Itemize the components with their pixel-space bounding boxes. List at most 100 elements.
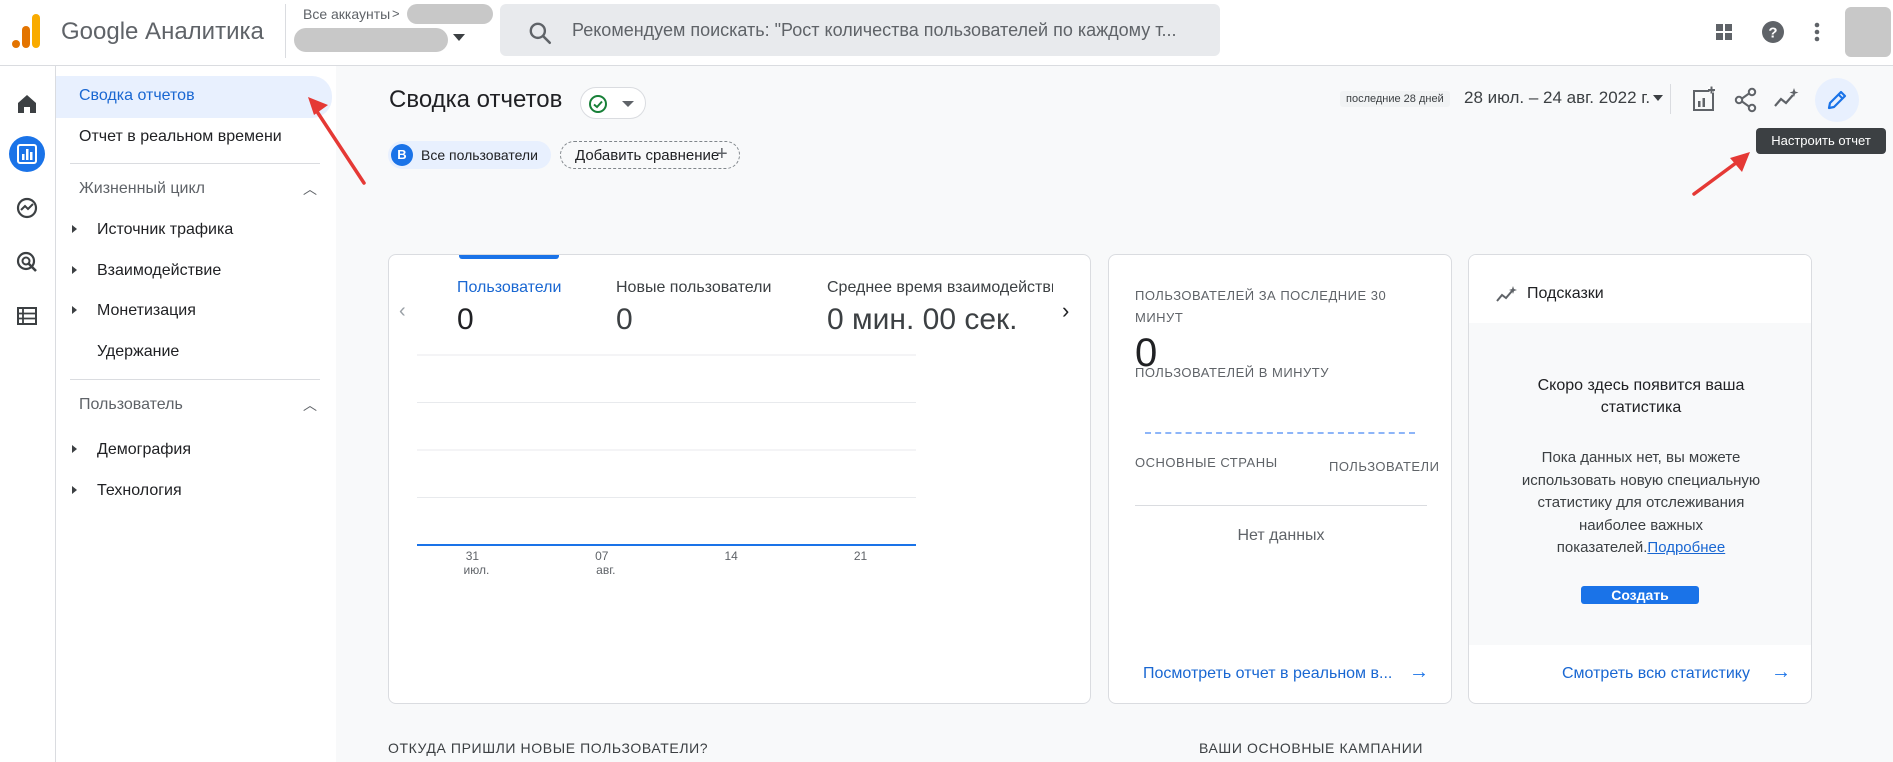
customize-report-tooltip: Настроить отчет xyxy=(1756,128,1886,154)
pencil-icon xyxy=(1827,90,1847,110)
no-data-message: Нет данных xyxy=(1237,527,1325,544)
sidebar-item-label: Источник трафика xyxy=(97,221,234,238)
avatar[interactable] xyxy=(1845,7,1891,57)
sidebar-item-label: Демография xyxy=(97,441,192,458)
create-insight-button[interactable]: Создать xyxy=(1581,586,1699,604)
account-chevron: > xyxy=(392,6,400,21)
comparison-chip-label: Все пользователи xyxy=(421,147,538,163)
view-realtime-link[interactable]: Посмотреть отчет в реальном в... xyxy=(1143,665,1392,683)
divider xyxy=(1135,505,1427,506)
sidebar-item-technology[interactable]: Технология xyxy=(56,471,332,511)
x-tick-label: 07 xyxy=(595,549,609,563)
insights-header xyxy=(1469,255,1811,323)
arrow-right-icon[interactable]: → xyxy=(1771,661,1791,684)
sidebar-item-traffic-source[interactable]: Источник трафика xyxy=(56,210,332,250)
x-tick-month-label: авг. xyxy=(596,563,615,577)
rail-configure[interactable] xyxy=(9,298,45,334)
add-comparison-button[interactable]: Добавить сравнение + xyxy=(560,141,740,169)
date-dropdown-icon[interactable] xyxy=(1653,95,1663,101)
column-header-users: ПОЛЬЗОВАТЕЛИ xyxy=(1329,459,1440,474)
search-input[interactable]: Рекомендуем поискать: "Рост количества п… xyxy=(572,20,1212,41)
apps-grid-icon[interactable] xyxy=(1710,18,1738,46)
sidebar-item-label: Взаимодействие xyxy=(97,262,222,279)
page-title: Сводка отчетов xyxy=(389,86,563,113)
realtime-card: ПОЛЬЗОВАТЕЛЕЙ ЗА ПОСЛЕДНИЕ 30 МИНУТ 0 ПО… xyxy=(1108,254,1452,704)
date-range-selector[interactable]: 28 июл. – 24 авг. 2022 г. xyxy=(1464,88,1650,108)
check-circle-icon xyxy=(589,95,607,113)
chevron-up-icon[interactable]: ︿ xyxy=(303,179,317,199)
sidebar-section-user[interactable]: Пользователь xyxy=(79,396,183,414)
sidebar-item-label: Удержание xyxy=(97,343,180,360)
view-all-insights-link[interactable]: Смотреть всю статистику xyxy=(1562,665,1750,683)
reports-sidebar: Сводка отчетов Отчет в реальном времени … xyxy=(56,66,336,762)
more-vert-icon[interactable] xyxy=(1803,18,1831,46)
insights-icon xyxy=(1496,286,1517,302)
comparison-letter-badge: В xyxy=(391,144,413,166)
rail-reports[interactable] xyxy=(9,136,45,172)
redacted-property-name[interactable] xyxy=(294,28,448,52)
customize-report-button[interactable] xyxy=(1815,78,1859,122)
account-label: Все аккаунты xyxy=(303,6,391,22)
expand-icon xyxy=(72,445,77,453)
nav-rail xyxy=(0,66,56,762)
sidebar-item-demographics[interactable]: Демография xyxy=(56,430,332,470)
help-icon[interactable]: ? xyxy=(1759,18,1787,46)
x-tick-label: 14 xyxy=(725,549,739,563)
home-icon xyxy=(18,95,36,113)
divider xyxy=(70,163,320,164)
list-icon xyxy=(17,307,37,325)
bar-chart-icon xyxy=(17,144,37,164)
users-line-chart: 31июл. 07авг. 14 21 xyxy=(417,354,916,577)
expand-icon xyxy=(72,486,77,494)
section-title-new-users-source: ОТКУДА ПРИШЛИ НОВЫЕ ПОЛЬЗОВАТЕЛИ? xyxy=(388,740,709,756)
insights-card: Подсказки Скоро здесь появится ваша стат… xyxy=(1468,254,1812,704)
rail-explore[interactable] xyxy=(9,190,45,226)
analytics-logo[interactable] xyxy=(12,14,40,48)
sidebar-item-engagement[interactable]: Взаимодействие xyxy=(56,251,332,291)
users-metrics-card: ‹ Пользователи 0 Новые пользователи 0 Ср… xyxy=(388,254,1091,704)
add-comparison-label: Добавить сравнение xyxy=(575,147,720,164)
redacted-account-name xyxy=(407,4,493,24)
rail-advertising[interactable] xyxy=(9,244,45,280)
expand-icon xyxy=(72,225,77,233)
date-preset-badge[interactable]: последние 28 дней xyxy=(1340,91,1450,107)
account-dropdown-icon[interactable] xyxy=(453,34,465,41)
learn-more-link[interactable]: Подробнее xyxy=(1647,539,1725,556)
sidebar-item-retention[interactable]: Удержание xyxy=(56,332,332,372)
sidebar-item-realtime[interactable]: Отчет в реальном времени xyxy=(56,117,332,157)
per-minute-sparkline xyxy=(1145,432,1415,434)
customize-chart-icon[interactable] xyxy=(1690,86,1718,114)
share-icon[interactable] xyxy=(1732,86,1760,114)
x-tick-label: 21 xyxy=(854,549,868,563)
plus-icon: + xyxy=(716,143,728,165)
x-tick-label: 31 xyxy=(466,549,480,563)
target-cursor-icon xyxy=(16,251,37,272)
sidebar-item-reports-snapshot[interactable]: Сводка отчетов xyxy=(56,76,332,118)
sidebar-item-monetization[interactable]: Монетизация xyxy=(56,291,332,331)
realtime-per-minute-label: ПОЛЬЗОВАТЕЛЕЙ В МИНУТУ xyxy=(1135,365,1330,380)
realtime-title: ПОЛЬЗОВАТЕЛЕЙ ЗА ПОСЛЕДНИЕ 30 МИНУТ xyxy=(1135,288,1387,325)
insights-empty-text: Пока данных нет, вы можете использовать … xyxy=(1505,447,1777,560)
insights-empty-heading: Скоро здесь появится ваша статистика xyxy=(1537,377,1745,416)
expand-icon xyxy=(72,306,77,314)
sidebar-item-label: Монетизация xyxy=(97,302,196,319)
chevron-up-icon[interactable]: ︿ xyxy=(303,395,317,415)
expand-icon xyxy=(72,266,77,274)
chevron-down-icon xyxy=(622,101,634,107)
divider xyxy=(70,379,320,380)
insights-icon[interactable] xyxy=(1772,86,1800,114)
top-bar: Google Аналитика Все аккаунты > Рекоменд… xyxy=(0,0,1893,66)
arrow-right-icon[interactable]: → xyxy=(1409,661,1429,684)
divider xyxy=(1670,84,1671,114)
sidebar-item-label: Технология xyxy=(97,482,182,499)
annotation-arrow xyxy=(1692,152,1750,196)
rail-home[interactable] xyxy=(9,86,45,122)
search-icon xyxy=(529,22,552,45)
sidebar-section-lifecycle[interactable]: Жизненный цикл xyxy=(79,180,205,198)
section-title-top-campaigns: ВАШИ ОСНОВНЫЕ КАМПАНИИ xyxy=(1199,740,1424,756)
comparison-chip-all-users[interactable]: В Все пользователи xyxy=(388,141,551,169)
explore-icon xyxy=(16,197,38,219)
app-title: Google Аналитика xyxy=(61,18,264,45)
x-tick-month-label: июл. xyxy=(464,563,490,577)
data-quality-status-button[interactable] xyxy=(580,87,646,119)
